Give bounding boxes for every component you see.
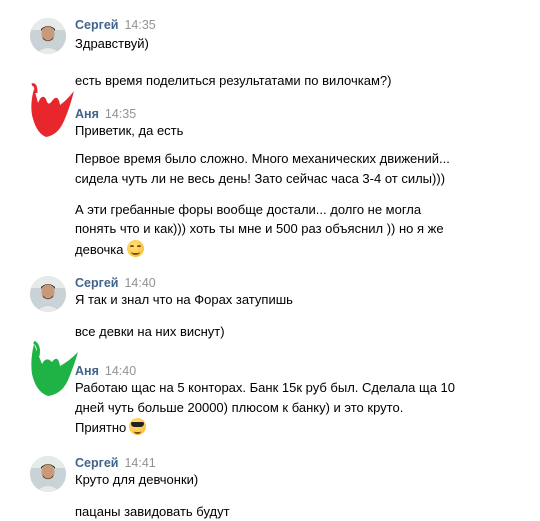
message-text: девочка [75, 240, 144, 259]
message-text: все девки на них виснут) [75, 324, 225, 339]
message-text: Работаю щас на 5 конторах. Банк 15к руб … [75, 380, 456, 395]
message-text: понять что и как))) хоть ты мне и 500 ра… [75, 221, 444, 236]
message-text: Приветик, да есть [75, 123, 184, 138]
message-header: Аня 14:40 [75, 364, 136, 378]
sunglasses-face-icon [129, 418, 147, 435]
message-time[interactable]: 14:40 [124, 276, 155, 290]
message-text: Первое время было сложно. Много механиче… [75, 151, 450, 166]
message-text: сидела чуть ли не весь день! Зато сейчас… [75, 171, 446, 186]
avatar[interactable] [30, 18, 66, 54]
message-header: Сергей 14:35 [75, 18, 156, 32]
message-text: Приятно [75, 418, 147, 437]
avatar[interactable] [30, 276, 66, 312]
message-text: А эти гребанные форы вообще достали... д… [75, 202, 422, 217]
message-text-part: Приятно [75, 420, 127, 435]
message-time[interactable]: 14:41 [124, 456, 155, 470]
chat-history: Сергей 14:35 Здравствуй) есть время подел… [0, 0, 540, 519]
author-name[interactable]: Сергей [75, 456, 118, 470]
message-header: Аня 14:35 [75, 107, 136, 121]
message-text: Круто для девчонки) [75, 472, 199, 487]
avatar[interactable] [30, 456, 66, 492]
message-text: дней чуть больше 20000) плюсом к банку) … [75, 400, 404, 415]
redaction-scribble [22, 81, 78, 143]
message-text-part: девочка [75, 242, 124, 257]
author-name[interactable]: Аня [75, 107, 99, 121]
message-time[interactable]: 14:40 [105, 364, 136, 378]
message-text: Здравствуй) [75, 36, 149, 51]
message-time[interactable]: 14:35 [105, 107, 136, 121]
message-text: Я так и знал что на Форах затупишь [75, 292, 293, 307]
smiling-face-icon [126, 240, 144, 257]
message-header: Сергей 14:40 [75, 276, 156, 290]
author-name[interactable]: Сергей [75, 276, 118, 290]
author-name[interactable]: Сергей [75, 18, 118, 32]
message-time[interactable]: 14:35 [124, 18, 155, 32]
message-text: есть время поделиться результатами по ви… [75, 73, 392, 88]
author-name[interactable]: Аня [75, 364, 99, 378]
message-header: Сергей 14:41 [75, 456, 156, 470]
redaction-scribble [24, 340, 82, 402]
message-text: пацаны завидовать будут [75, 504, 230, 519]
